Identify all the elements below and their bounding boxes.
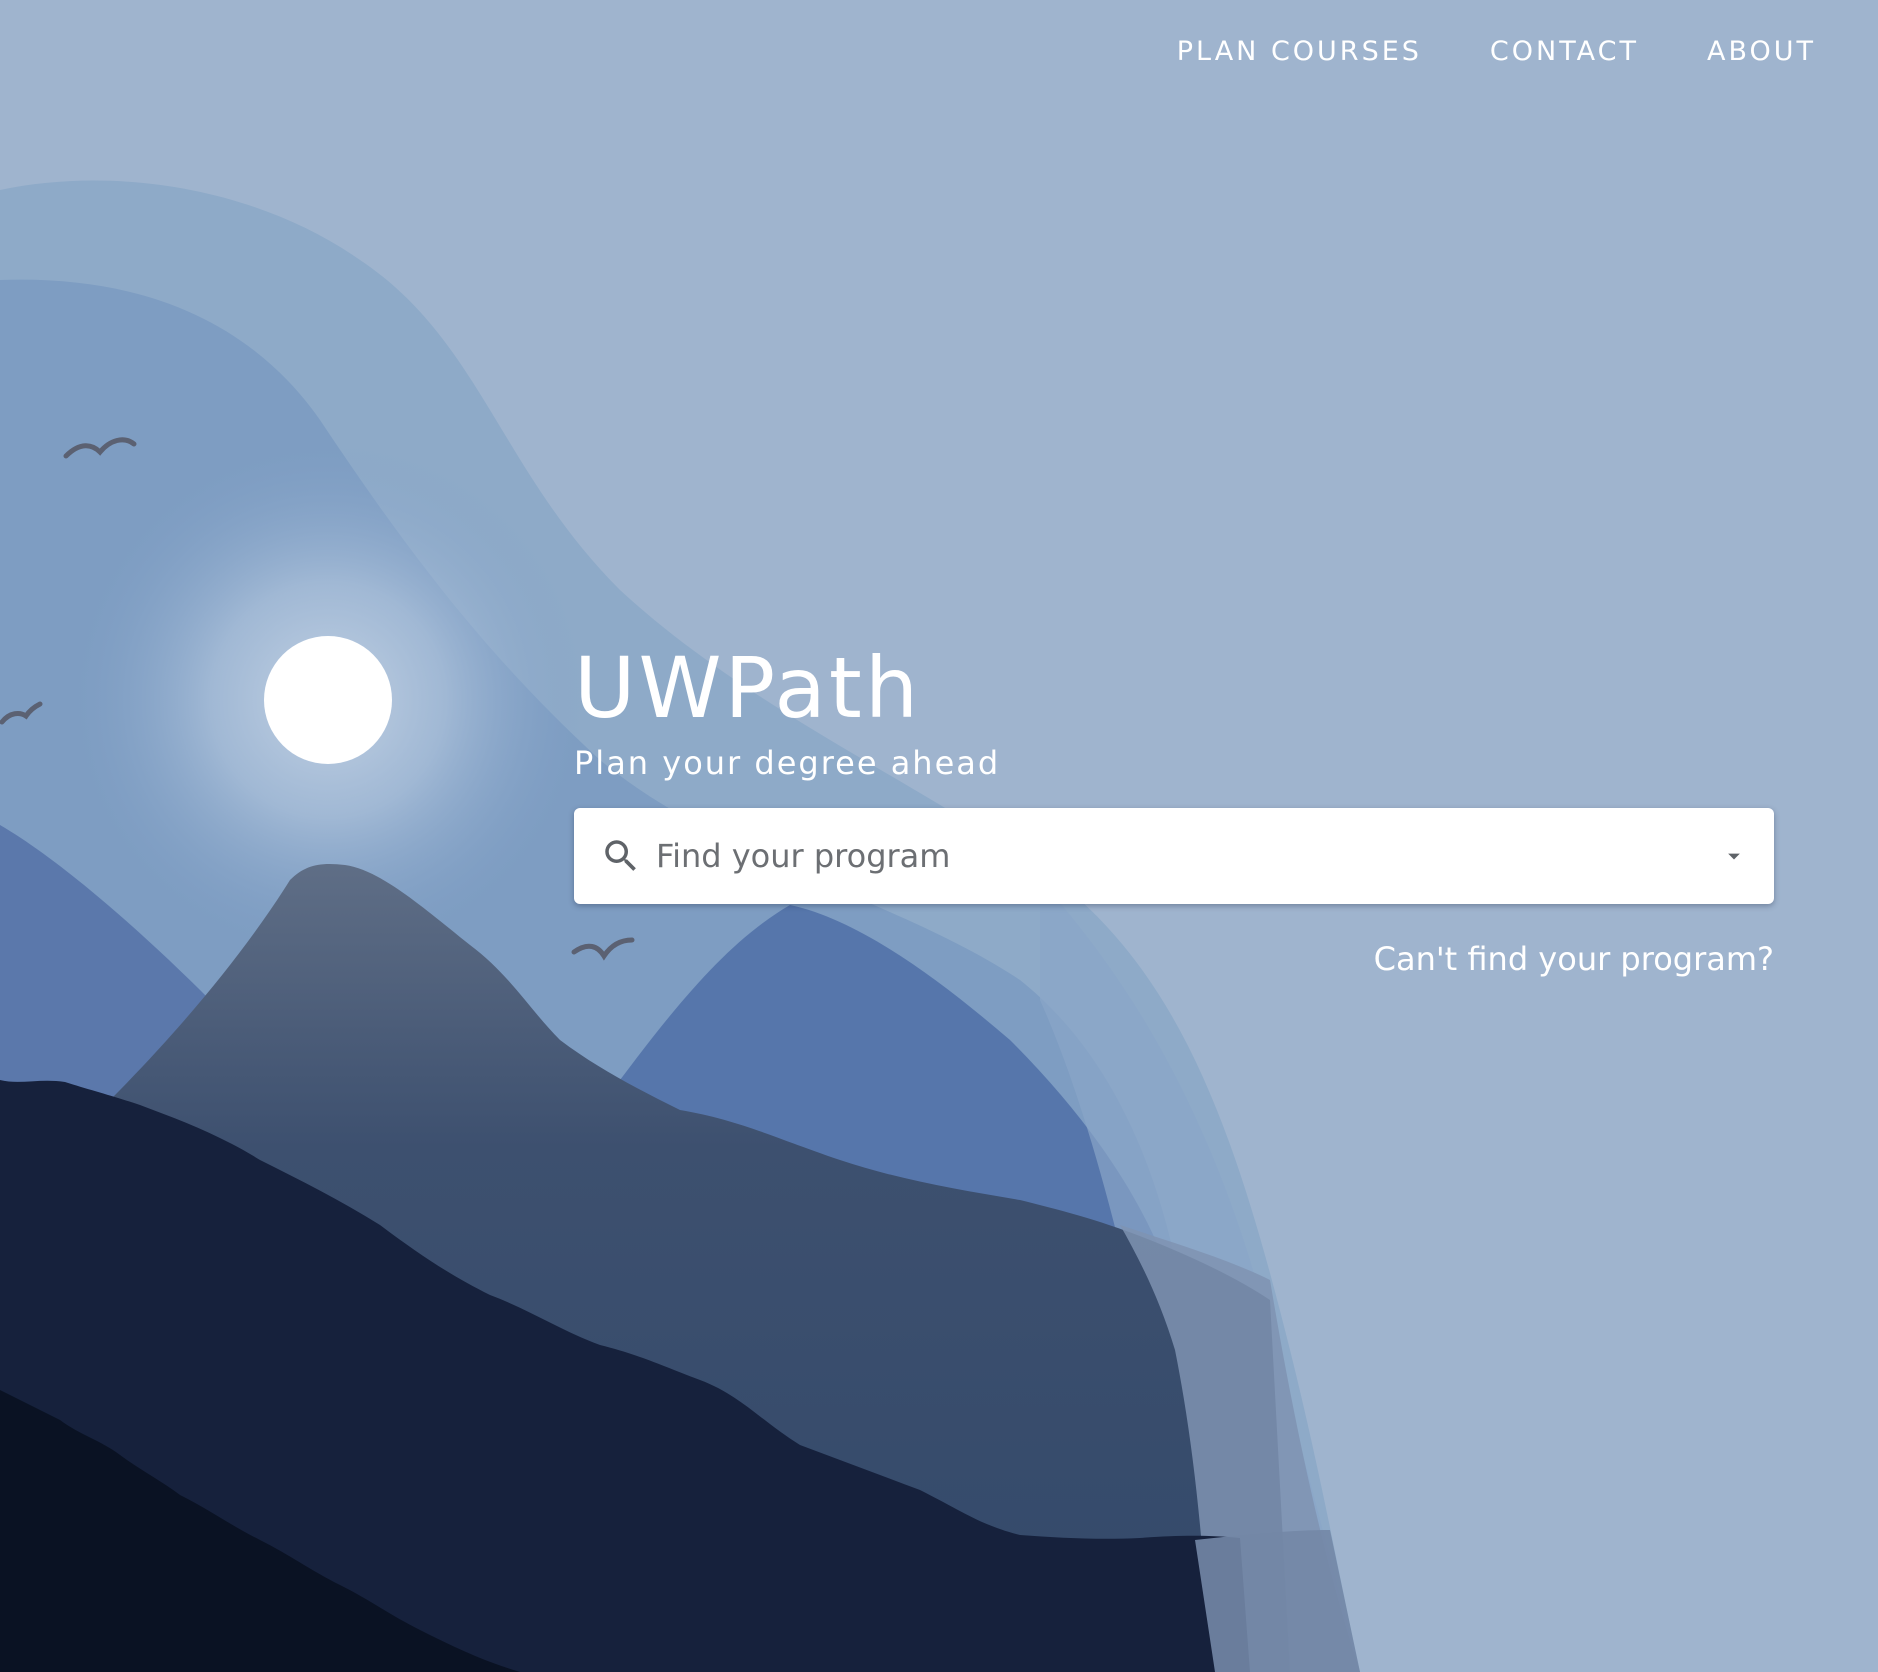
help-link-row: Can't find your program? xyxy=(574,940,1774,978)
lower-gray-band xyxy=(1195,1530,1360,1672)
arrow-drop-down-icon[interactable] xyxy=(1720,842,1748,870)
nav-plan-courses-link[interactable]: PLAN COURSES xyxy=(1177,36,1422,67)
hero-section: UWPath Plan your degree ahead Can't find… xyxy=(574,640,1774,978)
program-search-box[interactable] xyxy=(574,808,1774,904)
sun xyxy=(264,636,392,764)
top-navigation: PLAN COURSES CONTACT ABOUT xyxy=(1177,36,1816,67)
page-title: UWPath xyxy=(574,639,922,737)
nav-about-link[interactable]: ABOUT xyxy=(1707,36,1816,67)
page-subtitle: Plan your degree ahead xyxy=(574,744,1001,782)
search-icon xyxy=(605,840,636,871)
landing-page: PLAN COURSES CONTACT ABOUT UWPath Plan y… xyxy=(0,0,1878,1672)
program-search-input[interactable] xyxy=(656,837,1710,875)
cant-find-program-link[interactable]: Can't find your program? xyxy=(1374,940,1774,978)
nav-contact-link[interactable]: CONTACT xyxy=(1490,36,1639,67)
